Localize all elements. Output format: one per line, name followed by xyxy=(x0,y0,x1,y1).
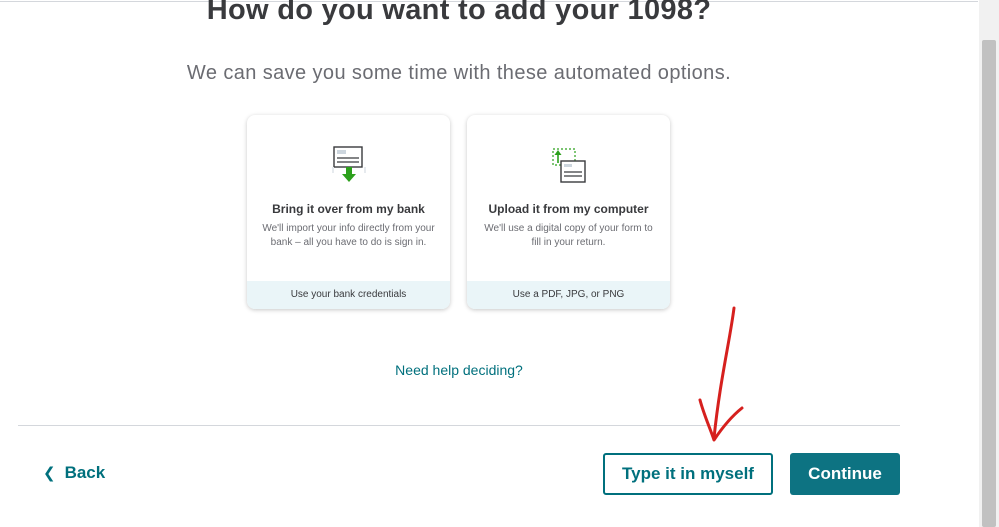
option-title: Bring it over from my bank xyxy=(272,202,425,216)
type-it-in-myself-button[interactable]: Type it in myself xyxy=(603,453,773,495)
upload-option-card[interactable]: Upload it from my computer We'll use a d… xyxy=(467,115,670,309)
scrollbar-thumb[interactable] xyxy=(982,40,996,527)
option-footer: Use your bank credentials xyxy=(247,281,450,309)
option-title: Upload it from my computer xyxy=(488,202,649,216)
continue-button[interactable]: Continue xyxy=(790,453,900,495)
back-button[interactable]: ❮ Back xyxy=(43,463,105,483)
bank-download-icon xyxy=(332,146,366,182)
bank-import-option-card[interactable]: Bring it over from my bank We'll import … xyxy=(247,115,450,309)
option-description: We'll use a digital copy of your form to… xyxy=(484,223,653,248)
page-subtitle: We can save you some time with these aut… xyxy=(186,62,732,84)
computer-upload-icon xyxy=(552,148,586,183)
chevron-left-icon: ❮ xyxy=(43,465,56,482)
back-label: Back xyxy=(64,463,106,482)
option-footer: Use a PDF, JPG, or PNG xyxy=(467,281,670,309)
scrollbar[interactable] xyxy=(979,0,999,527)
option-description: We'll import your info directly from you… xyxy=(262,223,435,248)
page-title: How do you want to add your 1098? xyxy=(206,0,712,26)
footer-divider xyxy=(18,425,900,426)
need-help-link[interactable]: Need help deciding? xyxy=(0,362,918,378)
